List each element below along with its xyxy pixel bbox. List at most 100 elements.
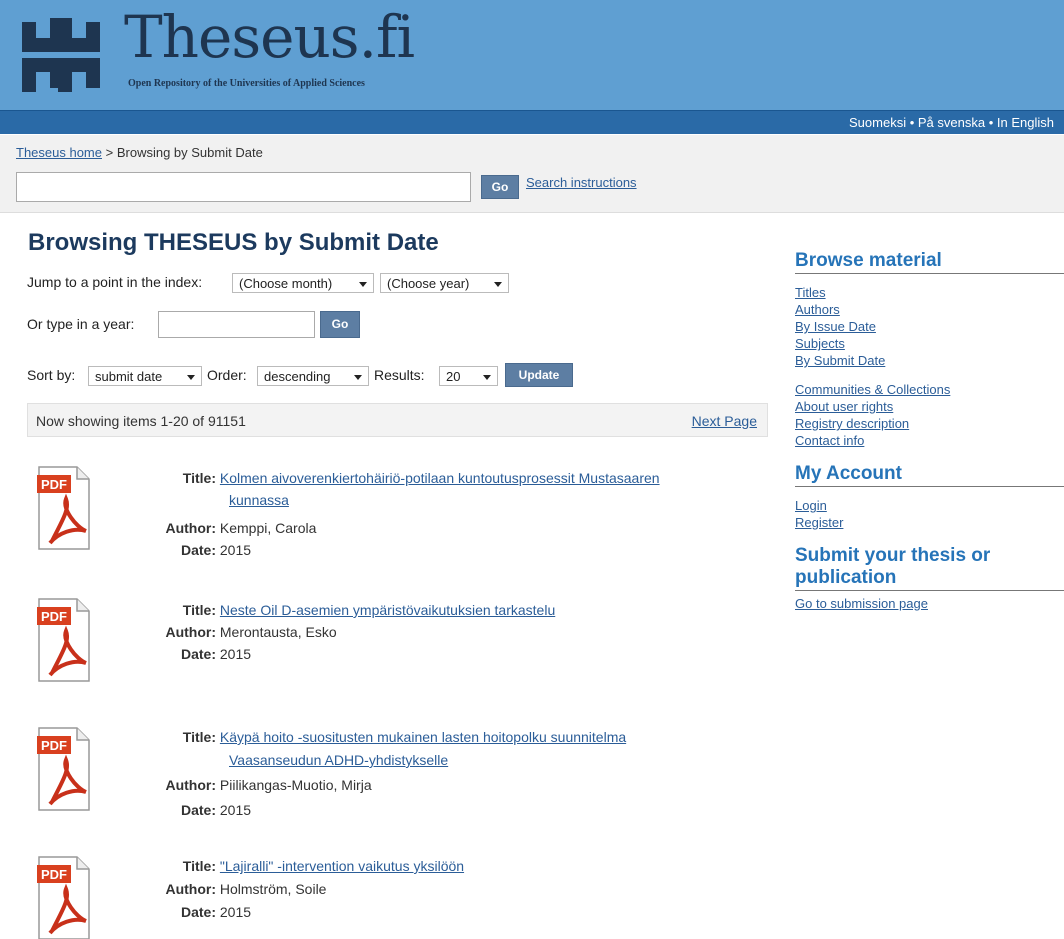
register-link[interactable]: Register xyxy=(795,514,1064,531)
sidebar-link-registry-description[interactable]: Registry description xyxy=(795,415,1064,432)
lang-english[interactable]: In English xyxy=(997,115,1054,130)
jump-label: Jump to a point in the index: xyxy=(27,274,203,290)
date-label: Date: xyxy=(180,646,216,662)
site-logo-subtitle: Open Repository of the Universities of A… xyxy=(128,78,365,89)
breadcrumb-home-link[interactable]: Theseus home xyxy=(16,145,102,160)
item-date: 2015 xyxy=(219,904,252,920)
type-year-label: Or type in a year: xyxy=(27,316,135,332)
chevron-down-icon xyxy=(187,375,195,380)
theseus-logo-icon[interactable] xyxy=(18,12,100,94)
breadcrumb: Theseus home > Browsing by Submit Date xyxy=(16,145,263,160)
author-label: Author: xyxy=(165,881,216,897)
item-title-link-continued[interactable]: Vaasanseudun ADHD-yhdistykselle xyxy=(229,749,769,771)
language-links: Suomeksi • På svenska • In English xyxy=(849,115,1054,130)
author-label: Author: xyxy=(165,777,216,793)
sidebar-link-subjects[interactable]: Subjects xyxy=(795,335,1064,352)
search-go-button[interactable]: Go xyxy=(481,175,519,199)
svg-text:PDF: PDF xyxy=(41,867,67,882)
sidebar-link-contact-info[interactable]: Contact info xyxy=(795,432,1064,449)
sidebar-link-authors[interactable]: Authors xyxy=(795,301,1064,318)
lang-swedish[interactable]: På svenska xyxy=(918,115,985,130)
sidebar-link-by-submit-date[interactable]: By Submit Date xyxy=(795,352,1064,369)
item-title-link-continued[interactable]: kunnassa xyxy=(229,489,769,511)
sidebar-link-by-issue-date[interactable]: By Issue Date xyxy=(795,318,1064,335)
item-date: 2015 xyxy=(219,646,252,662)
item-title-field: Title: Neste Oil D-asemien ympäristövaik… xyxy=(156,599,555,621)
author-label: Author: xyxy=(165,624,216,640)
pdf-file-icon[interactable]: PDF xyxy=(36,726,92,814)
search-instructions-link[interactable]: Search instructions xyxy=(526,175,637,190)
sidebar-link-user-rights[interactable]: About user rights xyxy=(795,398,1064,415)
month-select[interactable]: (Choose month) xyxy=(232,273,374,293)
account-links: Login Register xyxy=(795,497,1064,531)
pdf-file-icon[interactable]: PDF xyxy=(36,465,92,553)
item-title-field: Title: "Lajiralli" -intervention vaikutu… xyxy=(156,855,464,877)
item-author: Kemppi, Carola xyxy=(219,520,317,536)
results-select[interactable]: 20 xyxy=(439,366,498,386)
sort-by-select[interactable]: submit date xyxy=(88,366,202,386)
chevron-down-icon xyxy=(354,375,362,380)
submit-links: Go to submission page xyxy=(795,595,1064,612)
svg-text:PDF: PDF xyxy=(41,738,67,753)
my-account-heading: My Account xyxy=(795,463,1064,487)
breadcrumb-separator: > xyxy=(105,145,114,160)
lang-finnish[interactable]: Suomeksi xyxy=(849,115,906,130)
svg-text:PDF: PDF xyxy=(41,477,67,492)
item-author-field: Author: Piilikangas-Muotio, Mirja xyxy=(156,774,372,796)
sort-by-label: Sort by: xyxy=(27,367,76,383)
browse-material-heading: Browse material xyxy=(795,250,1064,274)
results-label: Results: xyxy=(374,367,425,383)
order-value: descending xyxy=(264,369,331,384)
year-select-value: (Choose year) xyxy=(387,276,470,291)
update-button[interactable]: Update xyxy=(505,363,573,387)
next-page-link[interactable]: Next Page xyxy=(692,413,757,429)
item-title-field: Title: Käypä hoito -suositusten mukainen… xyxy=(156,726,626,748)
sidebar: Browse material Titles Authors By Issue … xyxy=(795,250,1064,612)
item-date-field: Date: 2015 xyxy=(156,799,251,821)
item-date-field: Date: 2015 xyxy=(156,539,251,561)
sidebar-link-titles[interactable]: Titles xyxy=(795,284,1064,301)
order-select[interactable]: descending xyxy=(257,366,369,386)
item-title-link[interactable]: "Lajiralli" -intervention vaikutus yksil… xyxy=(220,858,464,874)
chevron-down-icon xyxy=(494,282,502,287)
item-title-link[interactable]: Käypä hoito -suositusten mukainen lasten… xyxy=(220,729,626,745)
date-label: Date: xyxy=(180,542,216,558)
pdf-file-icon[interactable]: PDF xyxy=(36,855,92,939)
year-go-button[interactable]: Go xyxy=(320,311,360,338)
breadcrumb-bar: Theseus home > Browsing by Submit Date G… xyxy=(0,135,1064,213)
pdf-file-icon[interactable]: PDF xyxy=(36,597,92,685)
results-summary-bar: Now showing items 1-20 of 91151 Next Pag… xyxy=(27,403,768,437)
item-author: Merontausta, Esko xyxy=(219,624,337,640)
month-select-value: (Choose month) xyxy=(239,276,333,291)
site-header: Theseus.fi Open Repository of the Univer… xyxy=(0,0,1064,110)
login-link[interactable]: Login xyxy=(795,497,1064,514)
title-label: Title: xyxy=(182,858,216,874)
item-date-field: Date: 2015 xyxy=(156,901,251,923)
item-author: Piilikangas-Muotio, Mirja xyxy=(219,777,372,793)
submission-page-link[interactable]: Go to submission page xyxy=(795,595,1064,612)
sidebar-link-communities[interactable]: Communities & Collections xyxy=(795,381,1064,398)
item-date: 2015 xyxy=(219,542,252,558)
date-label: Date: xyxy=(180,802,216,818)
item-author: Holmström, Soile xyxy=(219,881,327,897)
year-input[interactable] xyxy=(158,311,315,338)
lang-separator: • xyxy=(988,115,994,130)
breadcrumb-current: Browsing by Submit Date xyxy=(116,145,263,160)
year-select[interactable]: (Choose year) xyxy=(380,273,509,293)
title-label: Title: xyxy=(182,602,216,618)
svg-text:PDF: PDF xyxy=(41,609,67,624)
author-label: Author: xyxy=(165,520,216,536)
site-logo-title[interactable]: Theseus.fi xyxy=(124,8,415,66)
search-input[interactable] xyxy=(16,172,471,202)
submit-thesis-heading: Submit your thesis or publication xyxy=(795,545,1064,591)
item-title-link[interactable]: Kolmen aivoverenkiertohäiriö-potilaan ku… xyxy=(220,470,660,486)
language-bar: Suomeksi • På svenska • In English xyxy=(0,110,1064,134)
item-title-link[interactable]: Neste Oil D-asemien ympäristövaikutuksie… xyxy=(220,602,555,618)
page-title: Browsing THESEUS by Submit Date xyxy=(28,229,439,256)
item-date-field: Date: 2015 xyxy=(156,643,251,665)
lang-separator: • xyxy=(909,115,915,130)
date-label: Date: xyxy=(180,904,216,920)
item-author-field: Author: Holmström, Soile xyxy=(156,878,326,900)
item-title-field: Title: Kolmen aivoverenkiertohäiriö-poti… xyxy=(156,467,660,489)
